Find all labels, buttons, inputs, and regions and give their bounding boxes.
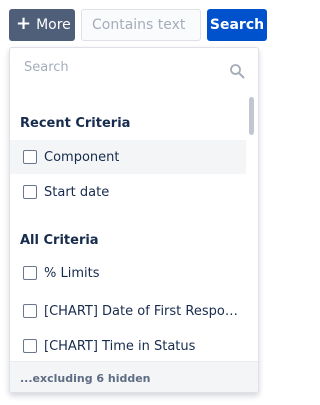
checkbox[interactable] bbox=[23, 266, 37, 280]
plus-icon: + bbox=[16, 13, 32, 34]
criteria-item-start-date[interactable]: Start date bbox=[10, 175, 246, 209]
search-button[interactable]: Search bbox=[207, 9, 267, 41]
recent-criteria-heading: Recent Criteria bbox=[20, 116, 131, 131]
checkbox[interactable] bbox=[23, 185, 37, 199]
criteria-item-chart-date-first-response[interactable]: [CHART] Date of First Respo… bbox=[10, 294, 246, 328]
criteria-search-input[interactable]: Search bbox=[24, 60, 244, 80]
criteria-item-label: Start date bbox=[44, 184, 110, 200]
filter-toolbar: + More Contains text Search bbox=[9, 9, 267, 41]
hidden-count-footer: ...excluding 6 hidden bbox=[10, 361, 258, 392]
more-button-label: More bbox=[36, 17, 71, 33]
criteria-item-label: [CHART] Date of First Respo… bbox=[44, 303, 238, 319]
all-criteria-heading: All Criteria bbox=[20, 233, 99, 248]
contains-text-placeholder: Contains text bbox=[92, 17, 186, 33]
contains-text-input[interactable]: Contains text bbox=[81, 9, 201, 41]
checkbox[interactable] bbox=[23, 304, 37, 318]
criteria-item-component[interactable]: Component bbox=[10, 140, 246, 174]
checkbox[interactable] bbox=[23, 339, 37, 353]
criteria-item-label: Component bbox=[44, 149, 120, 165]
criteria-search-placeholder: Search bbox=[24, 60, 69, 75]
criteria-item-limits[interactable]: % Limits bbox=[10, 256, 246, 290]
criteria-dropdown: Search Recent Criteria Component Start d… bbox=[9, 47, 259, 393]
criteria-item-chart-time-in-status[interactable]: [CHART] Time in Status bbox=[10, 329, 246, 363]
search-icon[interactable] bbox=[229, 63, 245, 79]
scrollbar-thumb[interactable] bbox=[249, 97, 254, 135]
criteria-item-label: % Limits bbox=[44, 265, 100, 281]
criteria-item-label: [CHART] Time in Status bbox=[44, 338, 196, 354]
more-button[interactable]: + More bbox=[9, 9, 75, 41]
checkbox[interactable] bbox=[23, 150, 37, 164]
